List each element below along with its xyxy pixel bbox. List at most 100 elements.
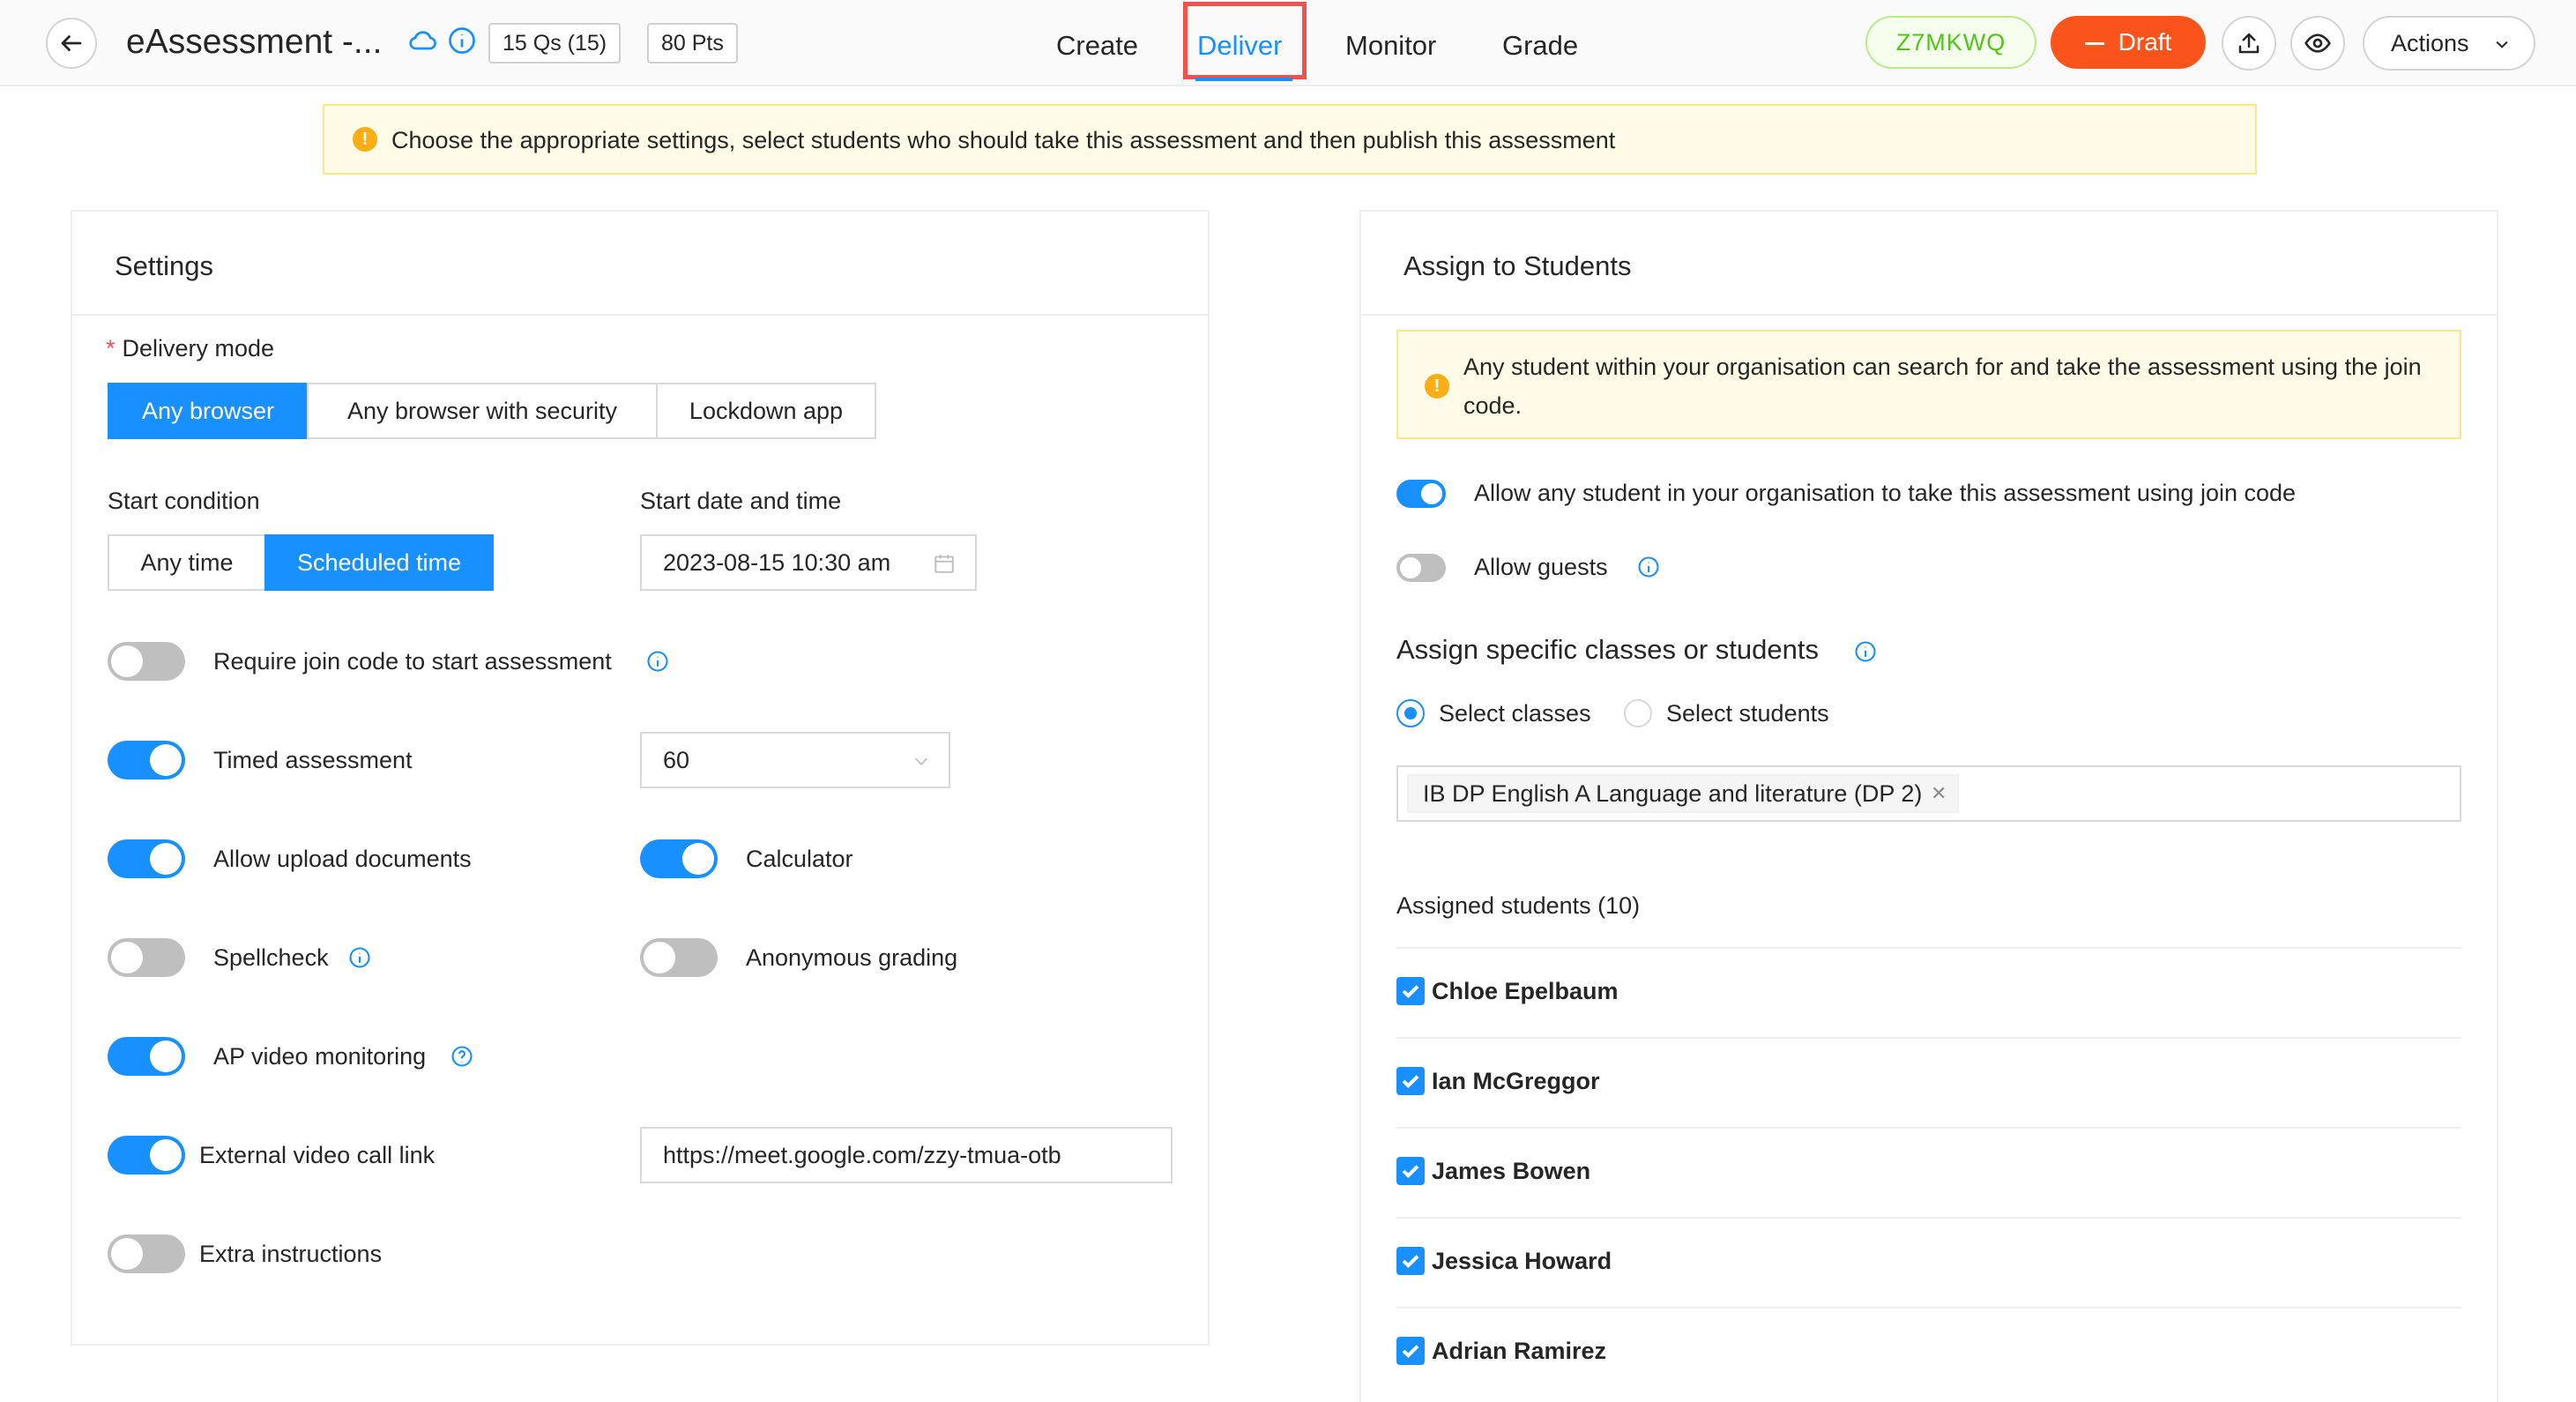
spellcheck-toggle[interactable] — [108, 938, 185, 977]
actions-label: Actions — [2391, 30, 2469, 56]
student-row[interactable]: Jessica Howard — [1396, 1217, 2461, 1307]
external-video-label: External video call link — [199, 1142, 436, 1168]
student-name: Chloe Epelbaum — [1432, 978, 1619, 1004]
arrow-left-icon — [61, 35, 82, 51]
chevron-down-icon — [2496, 41, 2508, 48]
help-icon[interactable] — [450, 1044, 474, 1069]
class-select-input[interactable]: IB DP English A Language and literature … — [1396, 765, 2461, 822]
allow-upload-toggle[interactable] — [108, 839, 185, 878]
actions-dropdown[interactable]: Actions — [2363, 16, 2535, 71]
start-any-time[interactable]: Any time — [108, 534, 266, 591]
student-checkbox[interactable] — [1396, 1157, 1425, 1185]
eye-icon — [2304, 34, 2331, 53]
info-icon[interactable] — [1636, 555, 1661, 579]
assign-card-header: Assign to Students — [1361, 212, 2497, 316]
select-students-label: Select students — [1666, 700, 1829, 727]
info-icon[interactable] — [347, 945, 372, 970]
ap-video-toggle[interactable] — [108, 1037, 185, 1076]
student-checkbox[interactable] — [1396, 977, 1425, 1005]
select-classes-radio[interactable] — [1396, 699, 1425, 727]
assessment-title[interactable]: eAssessment -... — [126, 19, 382, 65]
info-icon[interactable] — [645, 649, 670, 674]
assign-specific-label: Assign specific classes or students — [1396, 634, 1819, 665]
student-row[interactable]: Ian McGreggor — [1396, 1037, 2461, 1127]
info-icon[interactable] — [446, 25, 478, 56]
start-datetime-label: Start date and time — [640, 488, 842, 514]
points-badge: 80 Pts — [647, 23, 738, 63]
warning-icon: ! — [1425, 374, 1449, 399]
start-datetime-input[interactable]: 2023-08-15 10:30 am — [640, 534, 977, 591]
delivery-any-browser[interactable]: Any browser — [108, 383, 309, 439]
student-row[interactable]: James Bowen — [1396, 1127, 2461, 1217]
selected-class-label: IB DP English A Language and literature … — [1423, 780, 1923, 807]
external-video-toggle[interactable] — [108, 1136, 185, 1175]
calendar-icon — [934, 555, 954, 573]
student-row[interactable]: Chloe Epelbaum — [1396, 947, 2461, 1037]
assign-title: Assign to Students — [1403, 250, 1632, 281]
anonymous-grading-toggle[interactable] — [640, 938, 718, 977]
tab-grade[interactable]: Grade — [1502, 26, 1578, 65]
allow-join-code-label: Allow any student in your organisation t… — [1474, 480, 2297, 506]
minus-icon — [2084, 42, 2104, 46]
chevron-down-icon — [914, 757, 928, 765]
back-button[interactable] — [46, 18, 97, 69]
require-join-code-label: Require join code to start assessment — [213, 648, 612, 675]
delivery-mode-label: * Delivery mode — [106, 332, 274, 365]
deliver-highlight-box — [1183, 2, 1307, 79]
timed-assessment-toggle[interactable] — [108, 741, 185, 779]
calculator-label: Calculator — [746, 846, 853, 872]
top-header: eAssessment -... 15 Qs (15) 80 Pts Creat… — [0, 0, 2576, 86]
info-icon[interactable] — [1853, 639, 1878, 664]
extra-instructions-label: Extra instructions — [199, 1241, 383, 1267]
allow-guests-toggle[interactable] — [1396, 554, 1446, 582]
check-icon — [1402, 1345, 1419, 1359]
allow-join-code-toggle[interactable] — [1396, 480, 1446, 508]
start-datetime-value: 2023-08-15 10:30 am — [663, 549, 891, 576]
student-name: James Bowen — [1432, 1158, 1591, 1184]
settings-card-header: Settings — [72, 212, 1208, 316]
banner-text: Choose the appropriate settings, select … — [391, 127, 1616, 153]
start-scheduled-time[interactable]: Scheduled time — [264, 534, 494, 591]
student-checkbox[interactable] — [1396, 1337, 1425, 1365]
spellcheck-label: Spellcheck — [213, 944, 329, 971]
check-icon — [1402, 1165, 1419, 1179]
assigned-students-label: Assigned students (10) — [1396, 892, 1641, 919]
delivery-lockdown-app[interactable]: Lockdown app — [656, 383, 876, 439]
delivery-any-browser-security[interactable]: Any browser with security — [307, 383, 658, 439]
remove-tag-icon[interactable]: ✕ — [1931, 776, 1947, 811]
student-checkbox[interactable] — [1396, 1067, 1425, 1095]
student-checkbox[interactable] — [1396, 1247, 1425, 1275]
student-name: Jessica Howard — [1432, 1248, 1612, 1274]
extra-instructions-toggle[interactable] — [108, 1234, 185, 1273]
check-icon — [1402, 985, 1419, 999]
delivery-mode-text: Delivery mode — [122, 335, 275, 362]
cloud-saved-icon — [409, 31, 436, 50]
calculator-toggle[interactable] — [640, 839, 718, 878]
allow-guests-label: Allow guests — [1474, 554, 1608, 580]
join-code-note: ! Any student within your organisation c… — [1396, 330, 2461, 439]
draft-label: Draft — [2118, 28, 2172, 56]
preview-button[interactable] — [2290, 16, 2345, 71]
student-name: Adrian Ramirez — [1432, 1338, 1607, 1364]
required-asterisk: * — [106, 335, 115, 362]
instruction-banner: ! Choose the appropriate settings, selec… — [323, 104, 2257, 175]
questions-count-badge: 15 Qs (15) — [488, 23, 622, 63]
warning-icon: ! — [353, 127, 377, 152]
publish-button[interactable] — [2222, 16, 2276, 71]
anonymous-grading-label: Anonymous grading — [746, 944, 958, 971]
student-row[interactable]: Adrian Ramirez — [1396, 1307, 2461, 1400]
student-name: Ian McGreggor — [1432, 1068, 1600, 1094]
external-video-url-input[interactable]: https://meet.google.com/zzy-tmua-otb — [640, 1127, 1173, 1183]
timed-assessment-label: Timed assessment — [213, 747, 413, 773]
draft-status-button[interactable]: Draft — [2051, 16, 2206, 69]
select-students-radio[interactable] — [1624, 699, 1652, 727]
timed-minutes-select[interactable]: 60 — [640, 732, 950, 788]
ap-video-label: AP video monitoring — [213, 1043, 427, 1070]
tab-create[interactable]: Create — [1056, 26, 1138, 65]
tab-monitor[interactable]: Monitor — [1345, 26, 1436, 65]
join-code-badge[interactable]: Z7MKWQ — [1865, 16, 2036, 69]
require-join-code-toggle[interactable] — [108, 642, 185, 681]
upload-icon — [2238, 33, 2260, 54]
check-icon — [1402, 1255, 1419, 1269]
active-tab-indicator — [1195, 78, 1292, 81]
